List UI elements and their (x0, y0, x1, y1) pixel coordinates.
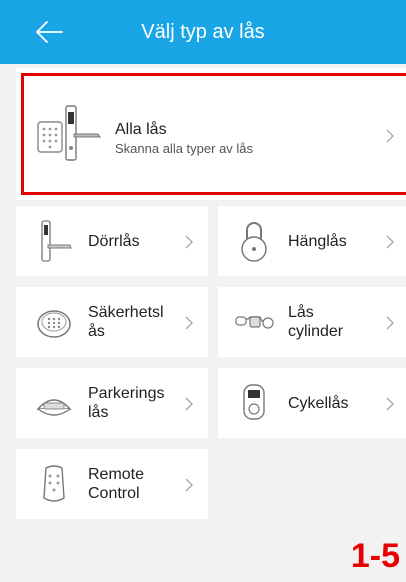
parking-lock-icon (36, 399, 72, 416)
lock-type-door-lock[interactable]: Dörrlås (16, 206, 208, 276)
lock-type-label: Säkerhetsl ås (88, 304, 164, 340)
chevron-right-icon (386, 129, 394, 143)
all-locks-card[interactable]: Alla lås Skanna alla typer av lås (16, 68, 406, 200)
page-title: Välj typ av lås (141, 21, 265, 43)
chevron-right-icon (185, 235, 193, 249)
all-locks-title: Alla lås (115, 121, 167, 138)
header-bar: Välj typ av lås (0, 0, 406, 64)
door-lock-icon (41, 220, 72, 262)
chevron-right-icon (185, 316, 193, 330)
chevron-right-icon (386, 397, 394, 411)
lock-type-label: Hänglås (288, 233, 347, 250)
lock-type-remote-control[interactable]: Remote Control (16, 449, 208, 519)
lock-type-label: Remote Control (88, 466, 145, 502)
all-locks-subtitle: Skanna alla typer av lås (115, 141, 254, 156)
padlock-icon (241, 222, 267, 262)
lock-cylinder-icon (235, 316, 274, 329)
lock-type-parking-lock[interactable]: Parkerings lås (16, 368, 208, 438)
chevron-right-icon (185, 478, 193, 492)
lock-type-label: Dörrlås (88, 233, 140, 250)
lock-type-padlock[interactable]: Hänglås (218, 206, 406, 276)
lock-type-lock-cylinder[interactable]: Lås cylinder (218, 287, 406, 357)
bike-lock-icon (243, 384, 265, 420)
safe-lock-icon (37, 310, 71, 338)
smart-door-lock-icon (37, 105, 101, 161)
lock-type-safe-lock[interactable]: Säkerhetsl ås (16, 287, 208, 357)
step-label: 1-5 (350, 537, 400, 575)
lock-type-label: Cykellås (288, 395, 349, 412)
lock-type-label: Parkerings lås (88, 385, 165, 421)
lock-type-label: Lås cylinder (288, 304, 344, 340)
chevron-right-icon (185, 397, 193, 411)
lock-type-bike-lock[interactable]: Cykellås (218, 368, 406, 438)
chevron-right-icon (386, 316, 394, 330)
remote-control-icon (43, 465, 65, 502)
chevron-right-icon (386, 235, 394, 249)
